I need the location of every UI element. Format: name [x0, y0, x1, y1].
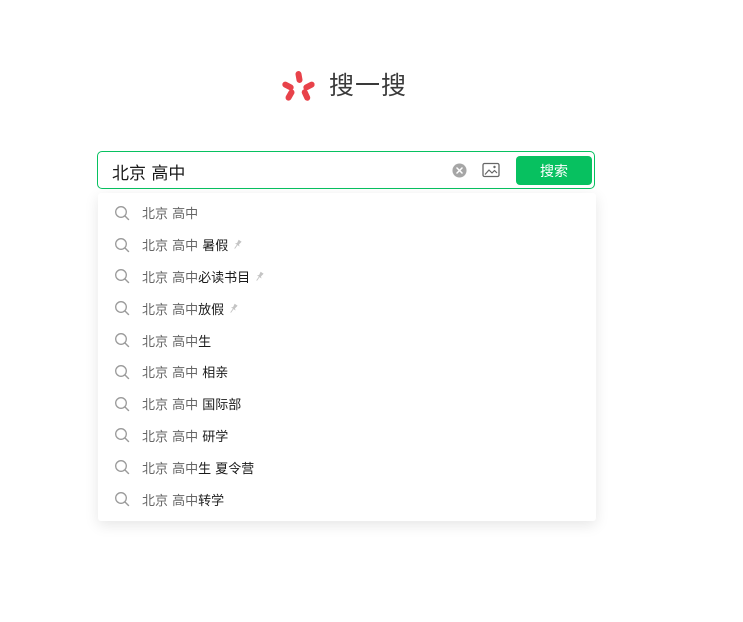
suggestion-text: 北京 高中放假 — [142, 299, 224, 318]
suggestion-text: 北京 高中 相亲 — [142, 362, 228, 381]
pin-icon — [234, 239, 242, 249]
logo-text: 搜一搜 — [329, 71, 408, 100]
suggestion-item[interactable]: 北京 高中 国际部 — [98, 388, 596, 420]
suggestion-dropdown: 北京 高中 北京 高中 暑假 北京 高中必读书目 北京 高中放假 北京 高中生 北京 高中… — [98, 193, 596, 521]
suggestion-prefix: 北京 高中 — [142, 239, 199, 255]
suggestion-suffix: 必读书目 — [198, 270, 251, 286]
suggestion-prefix: 北京 高中 — [142, 461, 199, 477]
suggestion-prefix: 北京 高中 — [142, 207, 199, 223]
suggestion-text: 北京 高中生 — [142, 331, 211, 350]
suggestion-prefix: 北京 高中 — [142, 493, 199, 509]
suggestion-suffix: 生 — [198, 334, 212, 350]
suggestion-item[interactable]: 北京 高中生 — [98, 324, 596, 356]
suggestion-suffix: 放假 — [198, 302, 225, 318]
suggestion-text: 北京 高中 — [142, 203, 198, 222]
suggestion-suffix: 研学 — [198, 429, 229, 445]
suggestion-text: 北京 高中 研学 — [142, 426, 228, 445]
search-box: 搜索 — [97, 151, 595, 189]
search-icon — [115, 428, 130, 443]
pin-icon — [230, 303, 238, 313]
search-button[interactable]: 搜索 — [516, 156, 592, 185]
suggestion-suffix: 国际部 — [198, 398, 242, 414]
suggestion-prefix: 北京 高中 — [142, 302, 199, 318]
suggestion-item[interactable]: 北京 高中 — [98, 197, 596, 229]
search-icon — [115, 396, 130, 411]
suggestion-suffix: 暑假 — [198, 239, 229, 255]
image-search-icon[interactable] — [482, 162, 500, 178]
sou-yi-sou-logo-icon — [282, 71, 315, 101]
search-icon — [115, 492, 130, 507]
suggestion-item[interactable]: 北京 高中 暑假 — [98, 229, 596, 261]
search-icon — [115, 205, 130, 221]
suggestion-text: 北京 高中必读书目 — [142, 267, 250, 286]
suggestion-item[interactable]: 北京 高中 相亲 — [98, 356, 596, 388]
suggestion-suffix: 生 夏令营 — [198, 461, 255, 477]
suggestion-prefix: 北京 高中 — [142, 366, 199, 382]
suggestion-text: 北京 高中 暑假 — [142, 235, 228, 254]
search-icon — [115, 460, 130, 475]
search-icon — [115, 237, 130, 252]
suggestion-prefix: 北京 高中 — [142, 429, 199, 445]
search-icon — [115, 301, 130, 316]
search-icon — [115, 364, 130, 380]
suggestion-suffix: 转学 — [198, 493, 225, 509]
search-icon — [115, 333, 130, 348]
pin-icon — [256, 271, 264, 281]
suggestion-item[interactable]: 北京 高中转学 — [98, 483, 596, 515]
suggestion-item[interactable]: 北京 高中放假 — [98, 292, 596, 324]
suggestion-prefix: 北京 高中 — [142, 334, 199, 350]
suggestion-text: 北京 高中 国际部 — [142, 394, 241, 413]
suggestion-prefix: 北京 高中 — [142, 398, 199, 414]
suggestion-text: 北京 高中转学 — [142, 490, 224, 509]
suggestion-prefix: 北京 高中 — [142, 270, 199, 286]
clear-circle-icon[interactable] — [452, 163, 467, 178]
logo: 搜一搜 — [282, 68, 407, 104]
search-icon — [115, 269, 130, 284]
suggestion-item[interactable]: 北京 高中必读书目 — [98, 261, 596, 293]
suggestion-suffix: 相亲 — [198, 366, 229, 382]
suggestion-item[interactable]: 北京 高中 研学 — [98, 420, 596, 452]
search-input[interactable] — [112, 158, 432, 184]
suggestion-text: 北京 高中生 夏令营 — [142, 458, 254, 477]
suggestion-item[interactable]: 北京 高中生 夏令营 — [98, 451, 596, 483]
